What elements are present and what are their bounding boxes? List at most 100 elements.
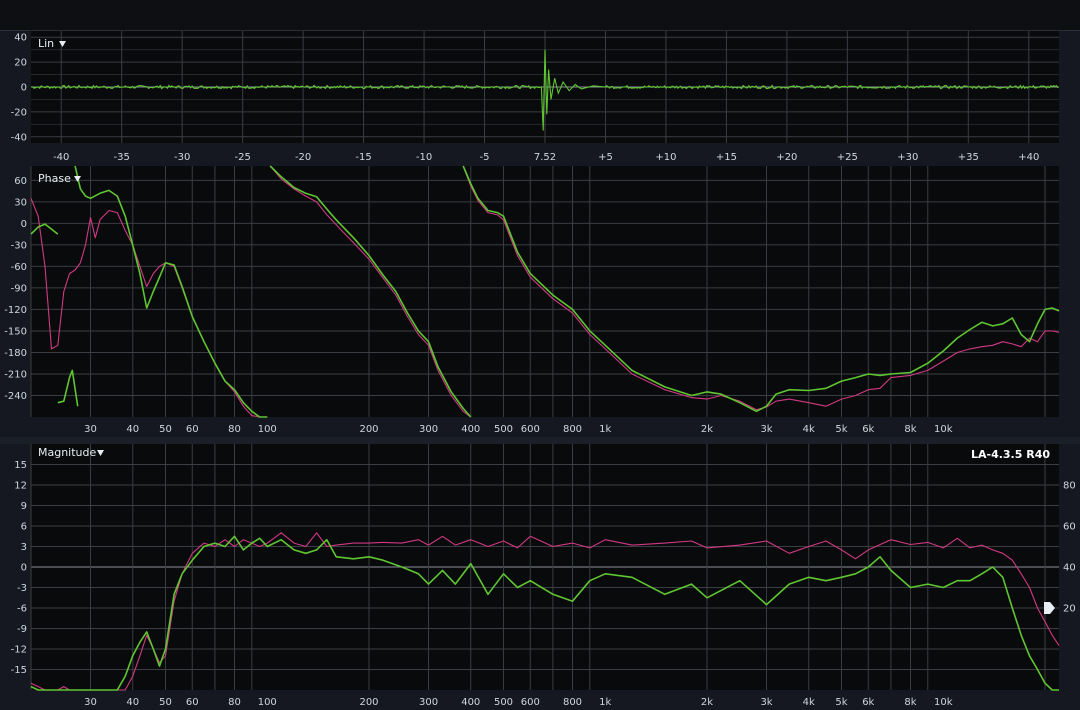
- lin-x-tick-label: -15: [355, 152, 371, 163]
- phase-y-tick-label: -60: [11, 262, 27, 273]
- x-tick-label: 400: [461, 424, 480, 435]
- x-tick-label: 6k: [862, 697, 874, 708]
- top-bar: [0, 0, 1080, 30]
- x-tick-label: 400: [461, 697, 480, 708]
- phase-y-tick-label: -210: [4, 369, 27, 380]
- magnitude-y-tick-label: -3: [17, 583, 27, 594]
- magnitude-y-tick-label: -9: [17, 624, 27, 635]
- x-tick-label: 600: [521, 424, 540, 435]
- magnitude-y-tick-label: 12: [14, 481, 27, 492]
- x-tick-label: 60: [186, 424, 199, 435]
- measurement-charts: 40200-20-40 -40 -35 -30 -25 -20 -15 -10 -5 7.52 +…: [0, 0, 1080, 708]
- phase-y-tick-label: -90: [11, 283, 27, 294]
- phase-y-tick-label: -180: [4, 348, 27, 359]
- magnitude-x-ticks: 30 40 50 60 80 100 200 300 400 500 600 800 1k 2k 3k 4k 5…: [84, 697, 953, 708]
- lin-x-tick-label: +5: [598, 152, 613, 163]
- magnitude-right-tick-label: 40: [1063, 563, 1076, 574]
- x-tick-label: 4k: [803, 424, 815, 435]
- x-tick-label: 300: [419, 424, 438, 435]
- magnitude-y-tick-label: 3: [21, 542, 27, 553]
- phase-y-tick-label: 30: [14, 197, 27, 208]
- section-separator-2: [0, 437, 1080, 444]
- x-tick-label: 200: [359, 697, 378, 708]
- x-tick-label: 1k: [599, 424, 611, 435]
- x-tick-label: 200: [359, 424, 378, 435]
- x-tick-label: 40: [126, 697, 139, 708]
- x-tick-label: 10k: [934, 697, 953, 708]
- x-tick-label: 6k: [862, 424, 874, 435]
- magnitude-y-tick-label: -15: [11, 665, 27, 676]
- lin-x-tick-label: -25: [234, 152, 250, 163]
- lin-x-tick-label: -20: [295, 152, 311, 163]
- lin-x-tick-label: -35: [114, 152, 130, 163]
- x-tick-label: 800: [563, 697, 582, 708]
- x-tick-label: 80: [228, 697, 241, 708]
- x-tick-label: 8k: [904, 424, 916, 435]
- x-tick-label: 10k: [934, 424, 953, 435]
- analyzer-window: 40 20 0 -20 -40 -40 -35 -30 -25 -20 -15 -10 -5 7.52 +…: [0, 0, 1080, 710]
- x-tick-label: 500: [494, 424, 513, 435]
- magnitude-right-tick-label: 20: [1063, 604, 1076, 615]
- x-tick-label: 600: [521, 697, 540, 708]
- x-tick-label: 5k: [835, 697, 847, 708]
- lin-y-tick-label: 0: [21, 83, 27, 94]
- magnitude-y-tick-label: 9: [21, 501, 27, 512]
- lin-x-tick-label: +30: [897, 152, 918, 163]
- x-tick-label: 3k: [760, 697, 772, 708]
- lin-y-tick-label: -40: [11, 132, 27, 143]
- phase-y-tick-label: -150: [4, 326, 27, 337]
- x-tick-label: 60: [186, 697, 199, 708]
- lin-x-tick-label: +40: [1018, 152, 1039, 163]
- x-tick-label: 1k: [599, 697, 611, 708]
- magnitude-y-ticks: 15 12 9 6 3 0 -3 -6 -9 -12 -15: [11, 460, 27, 676]
- magnitude-y-tick-label: -6: [17, 604, 27, 615]
- x-tick-label: 5k: [835, 424, 847, 435]
- lin-y-tick-label: 40: [14, 33, 27, 44]
- x-tick-label: 40: [126, 424, 139, 435]
- x-tick-label: 100: [258, 424, 277, 435]
- lin-x-tick-label: +25: [837, 152, 858, 163]
- lin-x-tick-label: -30: [174, 152, 190, 163]
- x-tick-label: 500: [494, 697, 513, 708]
- x-tick-label: 50: [159, 424, 172, 435]
- x-tick-label: 2k: [701, 424, 713, 435]
- lin-x-ticks: -40 -35 -30 -25 -20 -15 -10 -5 7.52 +5 +10 +15 +20 +2…: [53, 152, 1039, 163]
- lin-x-tick-label: +20: [776, 152, 797, 163]
- phase-y-ticks: 60 30 0 -30 -60 -90 -120 -150 -180 -210 -240: [4, 176, 27, 402]
- phase-panel: 60300-30-60-90-120-150-180-210-240 30 40 5…: [4, 165, 1060, 435]
- magnitude-y-tick-label: 15: [14, 460, 27, 471]
- magnitude-badge: LA-4.3.5 R40: [971, 448, 1050, 461]
- x-tick-label: 30: [84, 697, 97, 708]
- lin-x-tick-label: +35: [958, 152, 979, 163]
- lin-x-tick-label: +10: [655, 152, 676, 163]
- phase-y-tick-label: -120: [4, 305, 27, 316]
- x-tick-label: 4k: [803, 697, 815, 708]
- phase-y-tick-label: 0: [21, 219, 27, 230]
- x-tick-label: 30: [84, 424, 97, 435]
- lin-y-tick-label: -20: [11, 107, 27, 118]
- x-tick-label: 100: [258, 697, 277, 708]
- magnitude-title[interactable]: Magnitude: [38, 446, 97, 459]
- x-tick-label: 3k: [760, 424, 772, 435]
- magnitude-panel: 15129630-3-6-9-12-15 80604020 30 40 50 60 80…: [11, 444, 1076, 708]
- lin-y-ticks: 40 20 0 -20 -40: [11, 33, 27, 144]
- lin-x-tick-label: -10: [416, 152, 432, 163]
- x-tick-label: 2k: [701, 697, 713, 708]
- phase-y-tick-label: -30: [11, 240, 27, 251]
- magnitude-y-tick-label: -12: [11, 645, 27, 656]
- lin-x-tick-label: 7.52: [534, 152, 556, 163]
- phase-y-tick-label: 60: [14, 176, 27, 187]
- x-tick-label: 300: [419, 697, 438, 708]
- lin-panel: 40 20 0 -20 -40 -40 -35 -30 -25 -20 -15 -10 -5 7.52 +…: [11, 31, 1059, 163]
- magnitude-y-tick-label: 0: [21, 563, 27, 574]
- phase-x-ticks: 30 40 50 60 80 100 200 300 400 500 600 800 1k 2k 3k 4k 5…: [84, 424, 953, 435]
- lin-x-tick-label: -5: [480, 152, 490, 163]
- x-tick-label: 50: [159, 697, 172, 708]
- x-tick-label: 8k: [904, 697, 916, 708]
- magnitude-right-ticks: 80 60 40 20: [1063, 481, 1076, 615]
- lin-title[interactable]: Lin: [38, 37, 54, 50]
- phase-y-tick-label: -240: [4, 391, 27, 402]
- x-tick-label: 800: [563, 424, 582, 435]
- lin-y-tick-label: 20: [14, 58, 27, 69]
- phase-title[interactable]: Phase: [38, 172, 71, 185]
